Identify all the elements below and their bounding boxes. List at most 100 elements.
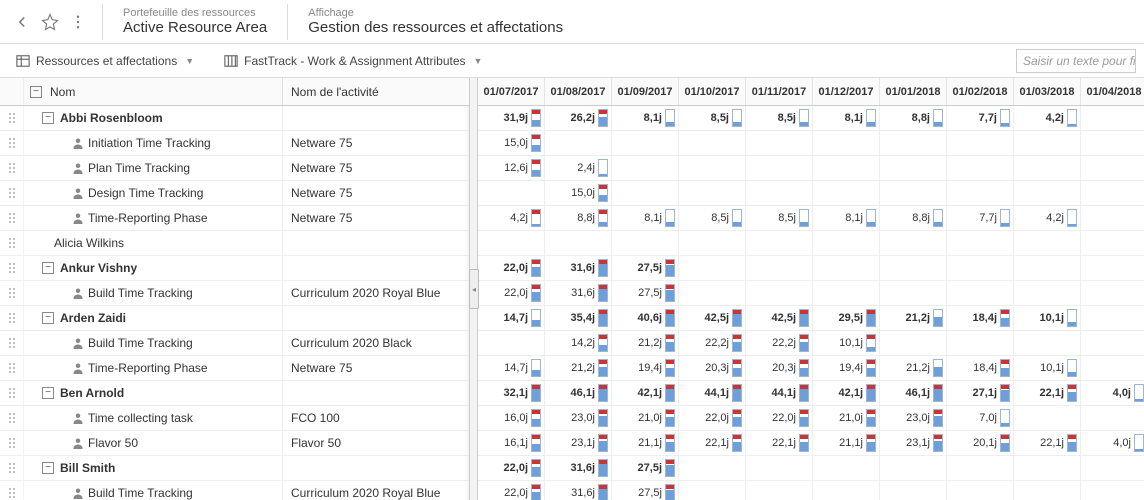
- value-cell[interactable]: [1081, 106, 1144, 130]
- value-cell[interactable]: 7,7j: [947, 206, 1014, 230]
- value-cell[interactable]: [1081, 281, 1144, 305]
- column-header-date[interactable]: 01/03/2018: [1014, 78, 1081, 105]
- value-cell[interactable]: 8,1j: [612, 206, 679, 230]
- row-drag-handle[interactable]: [0, 431, 24, 455]
- value-cell[interactable]: [947, 156, 1014, 180]
- value-cell[interactable]: 14,2j: [545, 331, 612, 355]
- value-cell[interactable]: 19,4j: [813, 356, 880, 380]
- value-cell[interactable]: 22,0j: [746, 406, 813, 430]
- value-cell[interactable]: [1014, 456, 1081, 480]
- value-cell[interactable]: 27,5j: [612, 256, 679, 280]
- value-cell[interactable]: 44,1j: [679, 381, 746, 405]
- value-cell[interactable]: 23,1j: [545, 431, 612, 455]
- name-cell[interactable]: −Abbi Rosenbloom: [24, 106, 283, 130]
- activity-cell[interactable]: Netware 75: [283, 131, 469, 155]
- value-cell[interactable]: [880, 231, 947, 255]
- value-cell[interactable]: 10,1j: [813, 331, 880, 355]
- value-cell[interactable]: [1014, 181, 1081, 205]
- value-cell[interactable]: [813, 456, 880, 480]
- value-cell[interactable]: 27,5j: [612, 456, 679, 480]
- value-cell[interactable]: [880, 456, 947, 480]
- value-cell[interactable]: [1081, 356, 1144, 380]
- value-cell[interactable]: 22,0j: [478, 281, 545, 305]
- name-cell[interactable]: −Bill Smith: [24, 456, 283, 480]
- value-cell[interactable]: 22,0j: [478, 481, 545, 500]
- activity-cell[interactable]: [283, 306, 469, 330]
- value-cell[interactable]: 23,1j: [880, 431, 947, 455]
- value-cell[interactable]: 20,3j: [746, 356, 813, 380]
- value-cell[interactable]: 46,1j: [545, 381, 612, 405]
- value-cell[interactable]: [679, 256, 746, 280]
- name-cell[interactable]: Plan Time Tracking: [24, 156, 283, 180]
- value-cell[interactable]: [679, 231, 746, 255]
- value-cell[interactable]: 42,5j: [679, 306, 746, 330]
- more-menu-button[interactable]: [64, 8, 92, 36]
- activity-cell[interactable]: [283, 231, 469, 255]
- value-cell[interactable]: [612, 181, 679, 205]
- value-cell[interactable]: [1081, 406, 1144, 430]
- column-header-date[interactable]: 01/07/2017: [478, 78, 545, 105]
- name-cell[interactable]: Flavor 50: [24, 431, 283, 455]
- name-cell[interactable]: Time-Reporting Phase: [24, 356, 283, 380]
- value-cell[interactable]: 18,4j: [947, 356, 1014, 380]
- value-cell[interactable]: [1081, 131, 1144, 155]
- name-cell[interactable]: −Arden Zaidi: [24, 306, 283, 330]
- value-cell[interactable]: 31,9j: [478, 106, 545, 130]
- value-cell[interactable]: 4,0j: [1081, 431, 1144, 455]
- value-cell[interactable]: [947, 181, 1014, 205]
- value-cell[interactable]: [679, 181, 746, 205]
- value-cell[interactable]: [1014, 281, 1081, 305]
- value-cell[interactable]: 8,8j: [880, 206, 947, 230]
- row-drag-handle[interactable]: [0, 456, 24, 480]
- value-cell[interactable]: 8,5j: [746, 106, 813, 130]
- value-cell[interactable]: [746, 281, 813, 305]
- value-cell[interactable]: 10,1j: [1014, 356, 1081, 380]
- value-cell[interactable]: [1014, 406, 1081, 430]
- name-cell[interactable]: Build Time Tracking: [24, 281, 283, 305]
- value-cell[interactable]: [1081, 456, 1144, 480]
- value-cell[interactable]: [545, 131, 612, 155]
- row-drag-handle[interactable]: [0, 206, 24, 230]
- column-header-date[interactable]: 01/02/2018: [947, 78, 1014, 105]
- activity-cell[interactable]: [283, 106, 469, 130]
- back-button[interactable]: [8, 8, 36, 36]
- activity-cell[interactable]: Curriculum 2020 Royal Blue: [283, 281, 469, 305]
- value-cell[interactable]: 21,1j: [813, 431, 880, 455]
- value-cell[interactable]: 22,0j: [478, 456, 545, 480]
- value-cell[interactable]: [813, 231, 880, 255]
- value-cell[interactable]: [813, 256, 880, 280]
- value-cell[interactable]: 22,1j: [746, 431, 813, 455]
- value-cell[interactable]: [947, 231, 1014, 255]
- expand-toggle-icon[interactable]: −: [42, 312, 54, 324]
- value-cell[interactable]: 20,1j: [947, 431, 1014, 455]
- value-cell[interactable]: [545, 231, 612, 255]
- value-cell[interactable]: [1081, 306, 1144, 330]
- view-selector-resources[interactable]: Ressources et affectations ▼: [8, 50, 202, 72]
- value-cell[interactable]: 27,1j: [947, 381, 1014, 405]
- value-cell[interactable]: 8,5j: [679, 206, 746, 230]
- value-cell[interactable]: [679, 481, 746, 500]
- value-cell[interactable]: [947, 256, 1014, 280]
- value-cell[interactable]: [478, 231, 545, 255]
- value-cell[interactable]: [746, 256, 813, 280]
- row-drag-handle[interactable]: [0, 356, 24, 380]
- column-header-date[interactable]: 01/09/2017: [612, 78, 679, 105]
- row-drag-handle[interactable]: [0, 131, 24, 155]
- value-cell[interactable]: 42,1j: [612, 381, 679, 405]
- value-cell[interactable]: 23,0j: [545, 406, 612, 430]
- value-cell[interactable]: [746, 131, 813, 155]
- activity-cell[interactable]: Netware 75: [283, 156, 469, 180]
- activity-cell[interactable]: [283, 381, 469, 405]
- value-cell[interactable]: [746, 156, 813, 180]
- expand-toggle-icon[interactable]: −: [42, 112, 54, 124]
- search-input[interactable]: Saisir un texte pour filtr: [1016, 49, 1136, 73]
- value-cell[interactable]: [746, 481, 813, 500]
- value-cell[interactable]: [1014, 256, 1081, 280]
- name-cell[interactable]: Alicia Wilkins: [24, 231, 283, 255]
- column-header-date[interactable]: 01/01/2018: [880, 78, 947, 105]
- value-cell[interactable]: [1081, 331, 1144, 355]
- value-cell[interactable]: 21,2j: [880, 306, 947, 330]
- value-cell[interactable]: 26,2j: [545, 106, 612, 130]
- value-cell[interactable]: 8,1j: [612, 106, 679, 130]
- value-cell[interactable]: 8,5j: [746, 206, 813, 230]
